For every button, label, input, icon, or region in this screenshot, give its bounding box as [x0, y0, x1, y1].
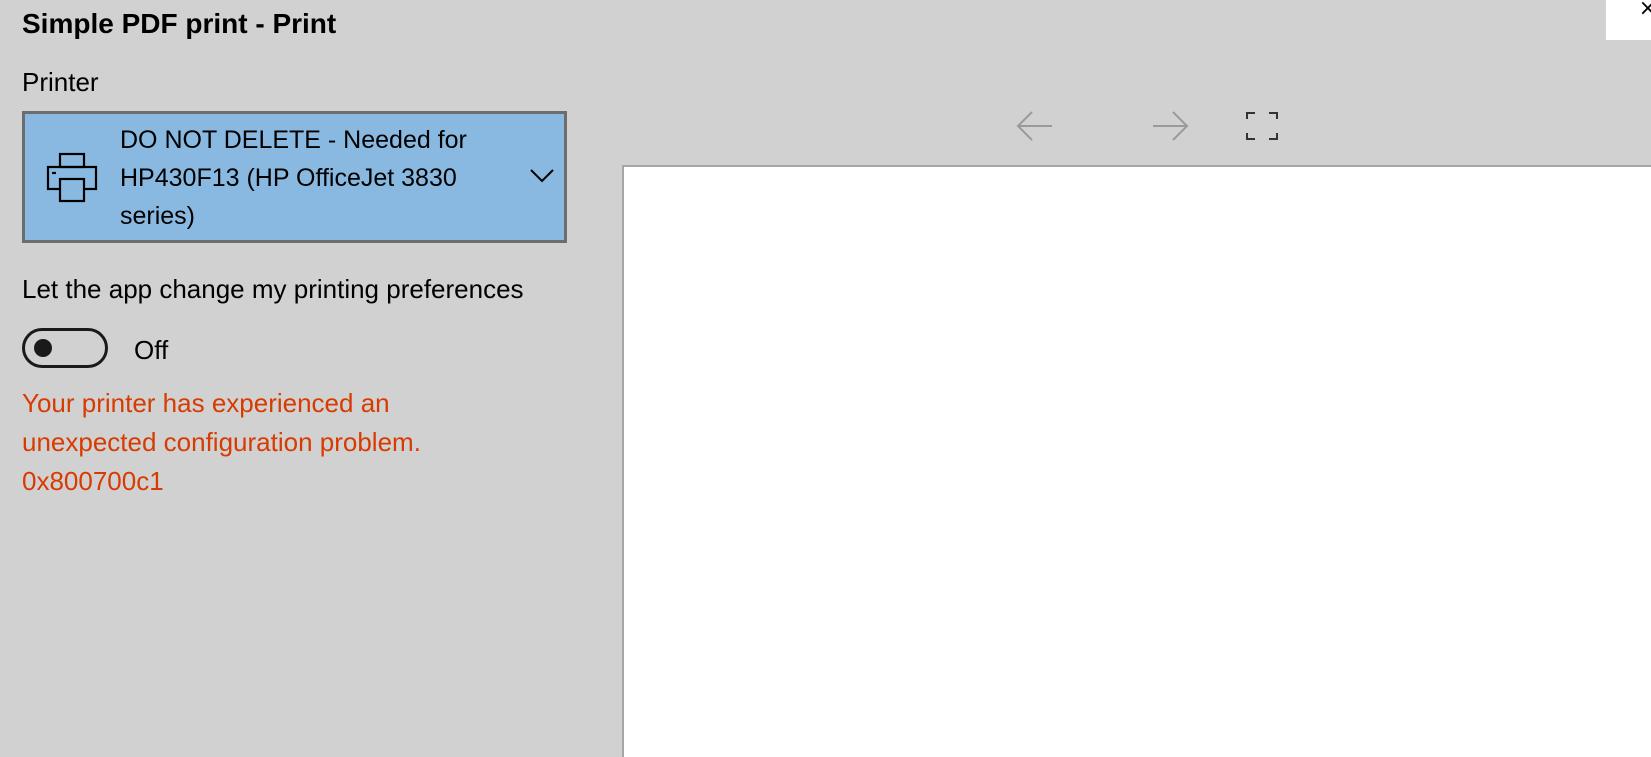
- printer-label: Printer: [22, 67, 99, 97]
- dialog-title: Simple PDF print - Print: [22, 8, 337, 39]
- printer-icon: [46, 152, 98, 203]
- toggle-state-label: Off: [134, 335, 169, 365]
- toggle-knob: [34, 339, 52, 357]
- printer-name-line: HP430F13 (HP OfficeJet 3830: [120, 164, 457, 192]
- printer-name-line: DO NOT DELETE - Needed for: [120, 126, 467, 154]
- arrow-left-icon[interactable]: [1012, 103, 1058, 149]
- fit-to-page-icon[interactable]: [1239, 103, 1285, 149]
- error-line: Your printer has experienced an: [22, 388, 390, 418]
- preferences-label: Let the app change my printing preferenc…: [22, 274, 524, 304]
- error-line: 0x800700c1: [22, 466, 164, 496]
- print-preview-page: [622, 165, 1651, 757]
- printer-name: DO NOT DELETE - Needed for HP430F13 (HP …: [120, 121, 500, 235]
- error-line: unexpected configuration problem.: [22, 427, 421, 457]
- chevron-down-icon: [530, 169, 554, 183]
- preferences-toggle[interactable]: [22, 328, 108, 368]
- close-button[interactable]: ×: [1606, 0, 1651, 40]
- error-message: Your printer has experienced an unexpect…: [22, 384, 562, 501]
- close-icon[interactable]: ×: [1639, 0, 1651, 20]
- printer-select[interactable]: DO NOT DELETE - Needed for HP430F13 (HP …: [22, 111, 567, 243]
- arrow-right-icon[interactable]: [1147, 103, 1193, 149]
- printer-name-line: series): [120, 202, 196, 230]
